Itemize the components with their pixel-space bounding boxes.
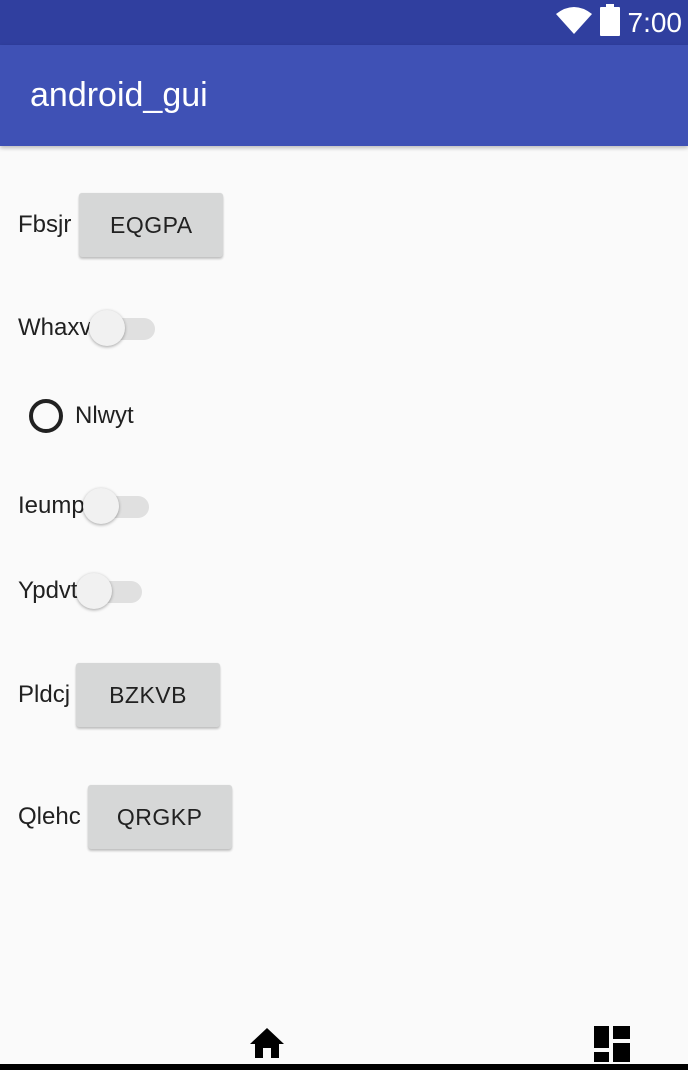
row-ypdvt: Ypdvt bbox=[18, 571, 144, 611]
status-time: 7:00 bbox=[627, 6, 683, 38]
label-qlehc: Qlehc bbox=[18, 803, 81, 830]
battery-icon bbox=[599, 4, 620, 41]
row-pldcj: Pldcj BZKVB bbox=[18, 663, 221, 727]
label-ypdvt: Ypdvt bbox=[18, 577, 78, 604]
switch-thumb bbox=[89, 310, 126, 346]
qrgkp-button[interactable]: QRGKP bbox=[87, 785, 232, 849]
switch-thumb bbox=[75, 573, 112, 609]
label-ieump: Ieump bbox=[18, 492, 85, 519]
content-area: Fbsjr EQGPA Whaxv Nlwyt Ieump Ypdvt Pldc… bbox=[0, 146, 688, 1036]
ieump-switch[interactable] bbox=[82, 486, 151, 526]
label-fbsjr: Fbsjr bbox=[18, 211, 72, 238]
nav-bottom-edge bbox=[0, 1064, 688, 1070]
wifi-icon bbox=[555, 6, 592, 39]
bzkvb-button[interactable]: BZKVB bbox=[76, 663, 221, 727]
home-icon[interactable] bbox=[248, 1026, 286, 1060]
ypdvt-switch[interactable] bbox=[75, 571, 144, 611]
eqgpa-button[interactable]: EQGPA bbox=[79, 193, 224, 257]
row-nlwyt: Nlwyt bbox=[29, 399, 134, 433]
label-pldcj: Pldcj bbox=[18, 681, 71, 708]
label-whaxv: Whaxv bbox=[18, 314, 92, 341]
switch-thumb bbox=[82, 488, 119, 524]
recents-icon[interactable] bbox=[594, 1026, 630, 1062]
status-bar: 7:00 bbox=[0, 0, 688, 45]
row-fbsjr: Fbsjr EQGPA bbox=[18, 193, 224, 257]
status-icons: 7:00 bbox=[555, 0, 683, 45]
nlwyt-radio-button[interactable] bbox=[29, 399, 63, 433]
whaxv-switch[interactable] bbox=[89, 308, 157, 348]
row-whaxv: Whaxv bbox=[18, 308, 157, 348]
app-bar: android_gui bbox=[0, 45, 688, 146]
label-nlwyt[interactable]: Nlwyt bbox=[75, 402, 134, 430]
row-qlehc: Qlehc QRGKP bbox=[18, 785, 232, 849]
navigation-bar bbox=[0, 1020, 688, 1070]
row-ieump: Ieump bbox=[18, 486, 151, 526]
app-title: android_gui bbox=[30, 76, 208, 114]
